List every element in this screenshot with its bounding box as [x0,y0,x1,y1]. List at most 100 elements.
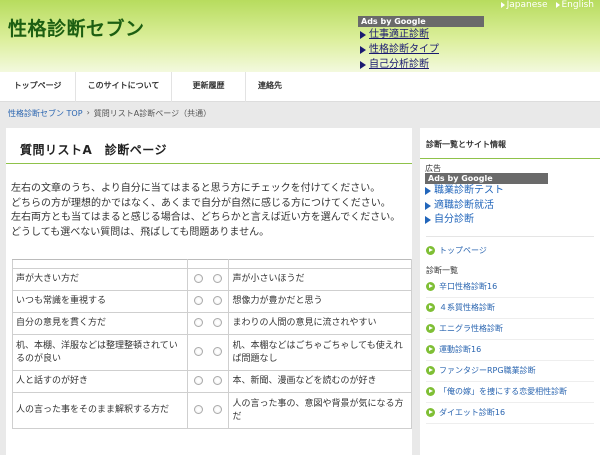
question-right: 声が小さいほうだ [228,268,412,291]
sidebar-item-label: 辛口性格診断16 [439,282,498,291]
sidebar-item-diagnosis[interactable]: エニグラ性格診断 [426,319,594,340]
sidebar-item-label: ４系質性格診断 [439,303,495,312]
breadcrumb-separator: › [86,108,90,117]
table-row: いつも常識を重視する 想像力が豊かだと思う [12,290,412,313]
table-row: 声が大きい方だ 声が小さいほうだ [12,268,412,291]
triangle-right-icon [425,201,431,210]
main-nav: トップページ このサイトについて 更新履歴 連絡先 [0,72,600,102]
question-left: 机、本棚、洋服などは整理整頓されているのが良い [12,334,188,371]
table-row: 机、本棚、洋服などは整理整頓されているのが良い 机、本棚などはごちゃごちゃしても… [12,334,412,371]
question-left: 声が大きい方だ [12,268,188,291]
breadcrumb-current: 質問リストA診断ページ（共通） [93,109,212,118]
table-row: 自分の意見を貫く方だ まわりの人間の意見に流されやすい [12,312,412,335]
nav-item-contact[interactable]: 連絡先 [246,72,294,102]
radio-left[interactable] [193,405,203,414]
radio-right[interactable] [212,347,222,356]
nav-item-about[interactable]: このサイトについて [76,72,172,102]
table-header-cell [12,259,188,269]
ad-link[interactable]: 自己分析診断 [358,57,484,72]
arrow-right-icon [426,408,435,417]
nav-item-history[interactable]: 更新履歴 [172,72,246,102]
sidebar-item-diagnosis[interactable]: ４系質性格診断 [426,298,594,319]
radio-pair [186,334,230,371]
triangle-right-icon [425,216,431,225]
question-left: 人と話すのが好き [12,370,188,393]
arrow-right-icon [426,366,435,375]
sidebar-item-diagnosis[interactable]: ファンタジーRPG職業診断 [426,361,594,382]
sidebar: 診断一覧とサイト情報 広告 Ads by Google 職業診断テスト 適職診断… [420,128,600,455]
triangle-right-icon [360,60,366,69]
ad-link[interactable]: 仕事適正診断 [358,27,484,42]
radio-left[interactable] [193,347,203,356]
triangle-right-icon [360,30,366,39]
ad-link[interactable]: 性格診断タイプ [358,42,484,57]
sidebar-section-label: 診断一覧 [426,265,458,275]
site-title[interactable]: 性格診断セブン [8,14,145,41]
arrow-right-icon [426,345,435,354]
radio-left[interactable] [193,318,203,327]
arrow-right-icon [426,246,435,255]
sidebar-top-link[interactable]: トップページ [420,237,600,265]
triangle-right-icon [425,187,431,196]
sidebar-item-label: 「俺の嫁」を捜にする恋愛相性診断 [439,387,568,396]
sidebar-item-diagnosis[interactable]: 運動診断16 [426,340,594,361]
language-japanese-link[interactable]: Japanese [500,0,548,10]
ad-link-label: 性格診断タイプ [369,44,439,55]
radio-pair [186,392,230,429]
sidebar-ad-heading: 広告 [425,164,441,173]
question-table: 声が大きい方だ 声が小さいほうだ いつも常識を重視する 想像力が豊かだと思う 自… [12,259,412,429]
radio-left[interactable] [193,274,203,283]
sidebar-top-link-label: トップページ [439,246,487,255]
instruction-line: どうしても選べない質問は、飛ばしても問題ありません。 [11,226,270,238]
sidebar-item-diagnosis[interactable]: 辛口性格診断16 [426,277,594,298]
instruction-line: 左右の文章のうち、より自分に当てはまると思う方にチェックを付けてください。 [11,183,381,194]
instruction-line: 左右両方とも当てはまると感じる場合は、どちらかと言えば近い方を選んでください。 [11,212,401,223]
radio-right[interactable] [212,296,222,305]
nav-item-top[interactable]: トップページ [0,72,76,102]
ads-by-google-label[interactable]: Ads by Google [425,173,548,184]
top-ad-block: Ads by Google 仕事適正診断 性格診断タイプ 自己分析診断 [358,16,484,72]
radio-pair [186,290,230,313]
sidebar-item-label: エニグラ性格診断 [439,324,503,333]
table-header-cell [228,259,412,269]
sidebar-heading: 診断一覧とサイト情報 [420,128,600,159]
ad-link-label: 自己分析診断 [369,59,429,70]
table-header-row [12,259,412,269]
sidebar-ad-label: 職業診断テスト [434,185,504,196]
language-english-link[interactable]: English [555,0,594,10]
ads-by-google-label[interactable]: Ads by Google [358,16,484,27]
radio-left[interactable] [193,296,203,305]
radio-pair [186,268,230,291]
sidebar-item-diagnosis[interactable]: ダイエット診断16 [426,403,594,424]
table-row: 人の言った事をそのまま解釈する方だ 人の言った事の、意図や背景が気になる方だ [12,392,412,429]
ad-link-label: 仕事適正診断 [369,29,429,40]
sidebar-ad-block: Ads by Google 職業診断テスト 適職診断就活 自分診断 [420,173,600,228]
radio-right[interactable] [212,318,222,327]
site-header: 性格診断セブン Japanese English Ads by Google 仕… [0,0,600,72]
question-right: まわりの人間の意見に流されやすい [228,312,412,335]
instructions: 左右の文章のうち、より自分に当てはまると思う方にチェックを付けてください。 どち… [6,182,412,240]
radio-pair [186,370,230,393]
instruction-line: どちらの方が理想的かではなく、あくまで自分が自然に感じる方につけてください。 [11,197,391,209]
sidebar-item-label: 運動診断16 [439,345,482,354]
triangle-right-icon [360,45,366,54]
sidebar-item-diagnosis[interactable]: 「俺の嫁」を捜にする恋愛相性診断 [426,382,594,403]
triangle-right-icon [555,2,560,8]
radio-right[interactable] [212,274,222,283]
sidebar-ad-link[interactable]: 適職診断就活 [425,199,600,214]
language-switcher: Japanese English [500,0,594,10]
sidebar-ad-label: 適職診断就活 [434,199,494,211]
question-left: 人の言った事をそのまま解釈する方だ [12,392,188,429]
sidebar-ad-link[interactable]: 職業診断テスト [425,184,600,199]
question-right: 本、新聞、漫画などを読むのが好き [228,370,412,393]
question-left: 自分の意見を貫く方だ [12,312,188,335]
breadcrumb: 性格診断セブン TOP › 質問リストA診断ページ（共通） [8,108,211,119]
radio-left[interactable] [193,376,203,385]
sidebar-ad-label: 自分診断 [434,214,474,225]
radio-right[interactable] [212,376,222,385]
breadcrumb-home-link[interactable]: 性格診断セブン TOP [8,108,83,119]
arrow-right-icon [426,387,435,396]
sidebar-ad-link[interactable]: 自分診断 [425,213,600,228]
language-label: Japanese [506,0,548,10]
radio-right[interactable] [212,405,222,414]
